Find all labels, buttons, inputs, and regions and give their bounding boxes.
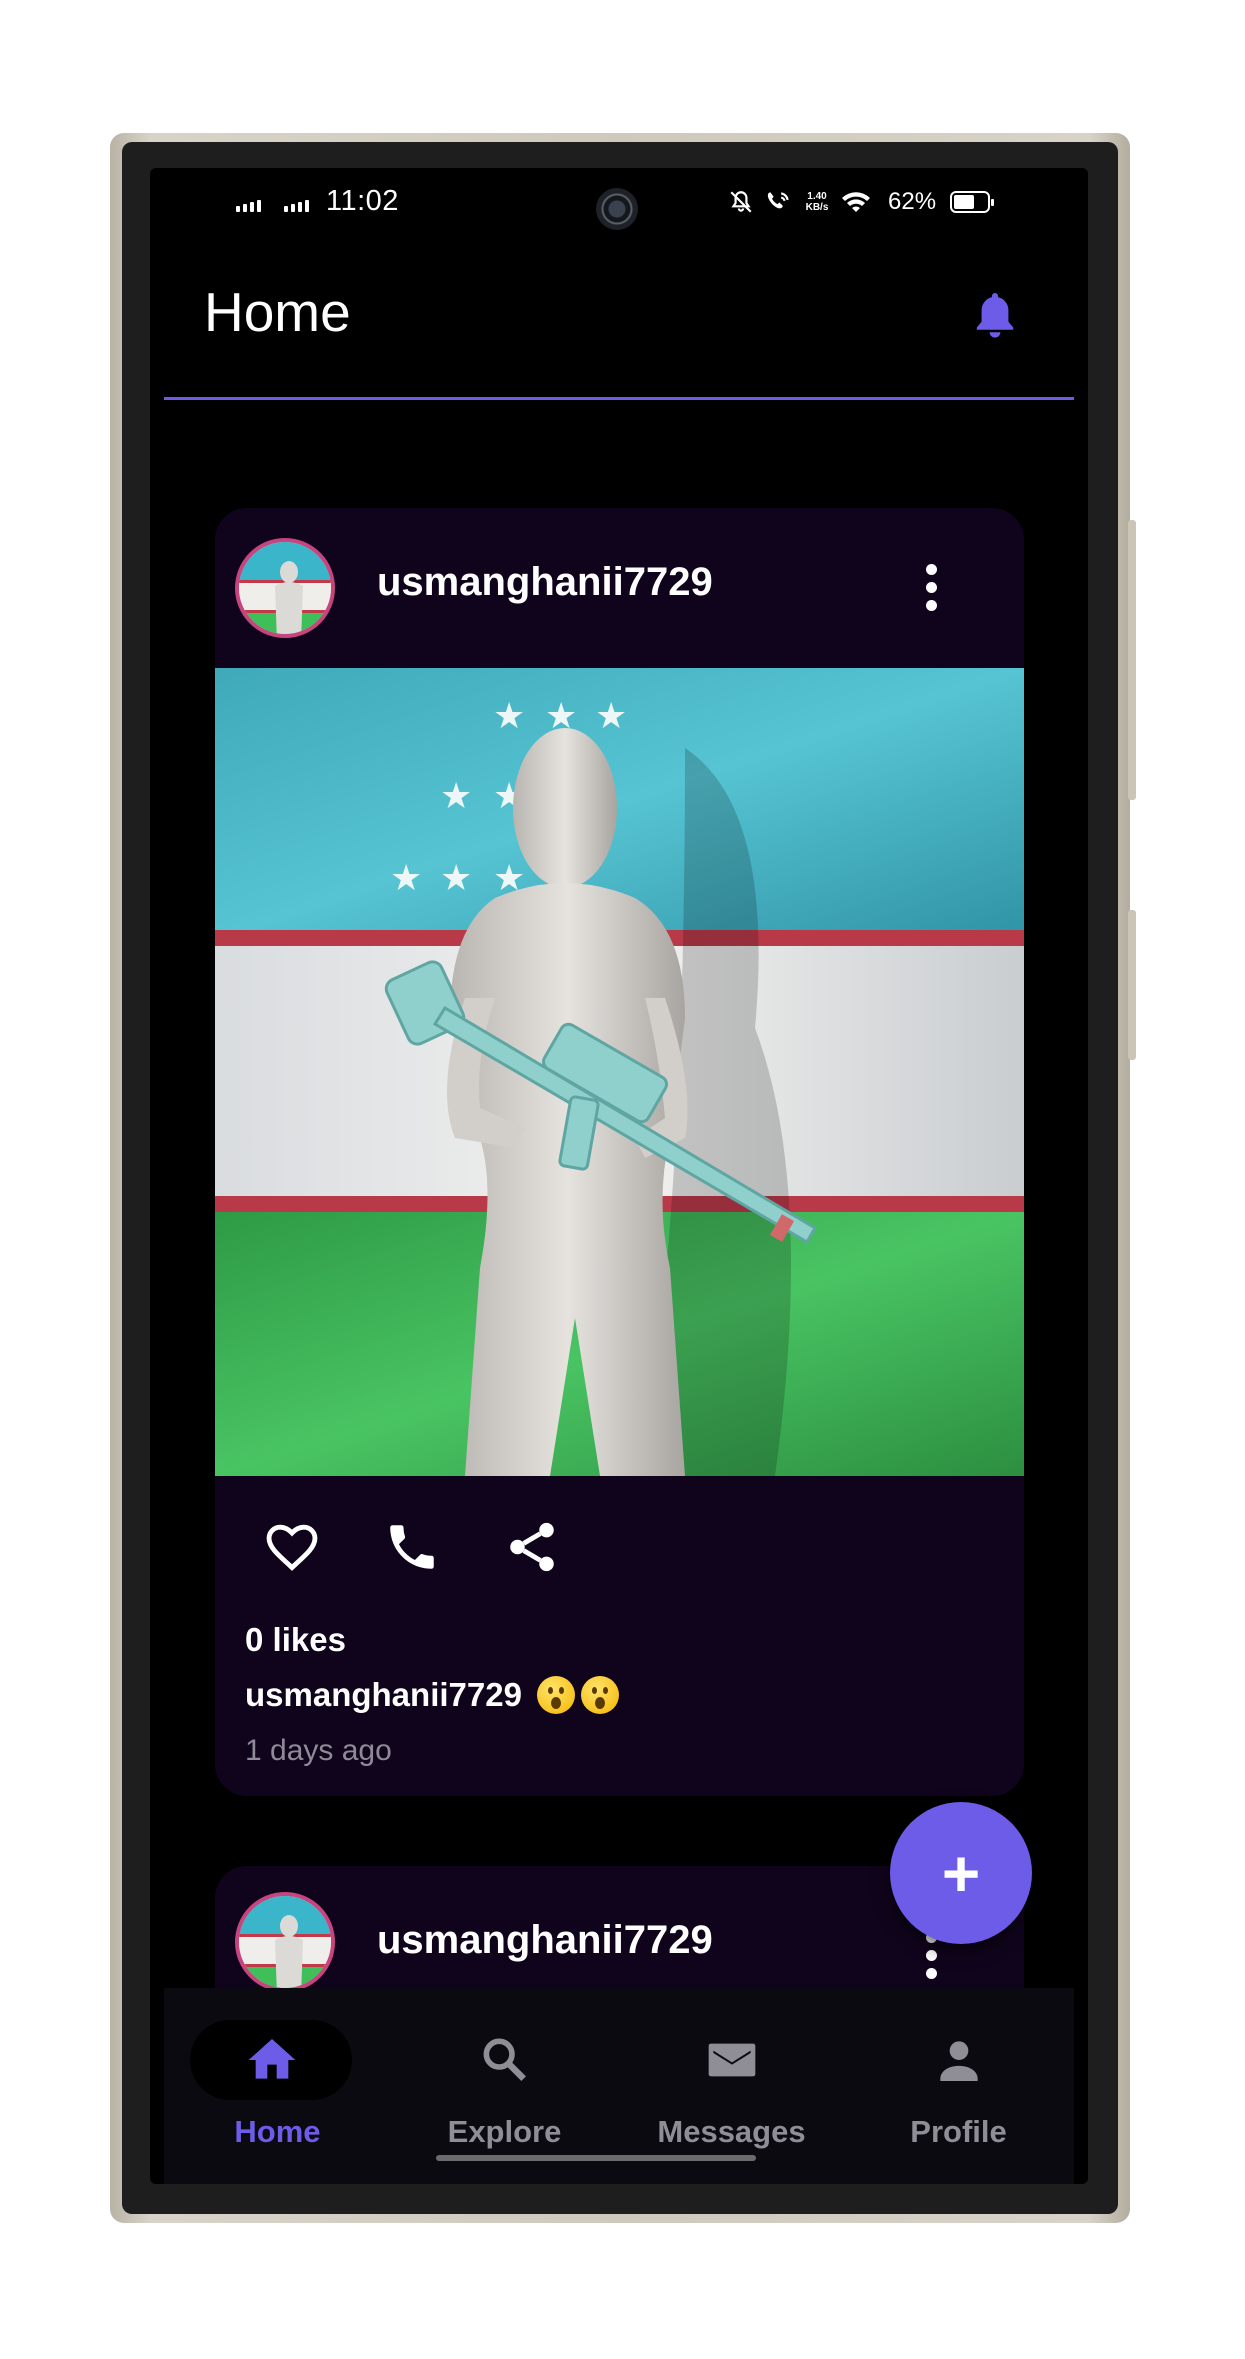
caption-username[interactable]: usmanghanii7729 xyxy=(245,1676,522,1713)
mail-icon xyxy=(708,2043,756,2077)
battery-percent: 62% xyxy=(888,188,937,215)
nav-label-profile: Profile xyxy=(910,2114,1007,2149)
wifi-icon xyxy=(842,192,870,212)
post-image[interactable]: ★ ★ ★ ★ ★ ★ ★ ★ xyxy=(215,668,1024,1476)
nav-label-messages: Messages xyxy=(657,2114,806,2149)
network-speed: 1.40 KB/s xyxy=(805,191,829,213)
share-icon[interactable] xyxy=(503,1518,561,1576)
search-icon xyxy=(483,2038,526,2081)
app-bar-divider xyxy=(164,397,1074,400)
heart-icon[interactable] xyxy=(263,1518,321,1576)
signal-icon xyxy=(236,200,261,212)
status-bar: 11:02 1.40 KB/s 62% xyxy=(150,168,1088,238)
post-username[interactable]: usmanghanii7729 xyxy=(377,560,713,605)
avatar-image xyxy=(239,542,331,634)
home-indicator[interactable] xyxy=(436,2155,756,2161)
post-caption: usmanghanii7729 xyxy=(245,1676,620,1714)
phone-icon[interactable] xyxy=(383,1518,441,1576)
notification-bell-icon[interactable] xyxy=(972,288,1018,342)
likes-count: 0 likes xyxy=(245,1621,346,1658)
home-icon xyxy=(248,2039,296,2079)
volume-button xyxy=(1128,520,1136,800)
astonished-emoji-icon xyxy=(537,1676,576,1714)
page-title: Home xyxy=(204,281,351,343)
phone-screen: 11:02 1.40 KB/s 62% Home usmanghanii7729… xyxy=(150,168,1088,2184)
nav-item-home[interactable]: Home xyxy=(164,1988,391,2184)
post-photo: ★ ★ ★ ★ ★ ★ ★ ★ xyxy=(215,668,1024,1476)
svg-text:★: ★ xyxy=(493,696,525,737)
status-icons: 1.40 KB/s 62% xyxy=(728,188,995,216)
nav-item-profile[interactable]: Profile xyxy=(845,1988,1072,2184)
nav-label-home: Home xyxy=(234,2114,321,2149)
post-card: usmanghanii7729 xyxy=(215,508,1024,1796)
astonished-emoji-icon xyxy=(581,1676,620,1714)
more-options-icon[interactable] xyxy=(917,560,945,620)
svg-text:★: ★ xyxy=(440,776,472,817)
create-post-button[interactable]: + xyxy=(890,1802,1032,1944)
mute-bell-icon xyxy=(730,191,752,213)
svg-text:★: ★ xyxy=(595,696,627,737)
status-time: 11:02 xyxy=(326,185,399,217)
power-button xyxy=(1128,910,1136,1060)
battery-icon xyxy=(950,191,995,213)
post-actions xyxy=(263,1518,561,1576)
post-username[interactable]: usmanghanii7729 xyxy=(377,1918,713,1963)
nav-label-explore: Explore xyxy=(447,2114,562,2149)
wifi-call-icon xyxy=(767,192,789,209)
person-icon xyxy=(940,2041,978,2081)
avatar[interactable] xyxy=(235,538,335,638)
avatar[interactable] xyxy=(235,1892,335,1992)
svg-text:★: ★ xyxy=(440,858,472,899)
signal-icon-2 xyxy=(284,200,309,212)
front-camera xyxy=(596,188,638,230)
plus-icon: + xyxy=(941,1836,981,1910)
avatar-image xyxy=(239,1896,331,1988)
svg-text:★: ★ xyxy=(390,858,422,899)
post-timestamp: 1 days ago xyxy=(245,1734,392,1767)
